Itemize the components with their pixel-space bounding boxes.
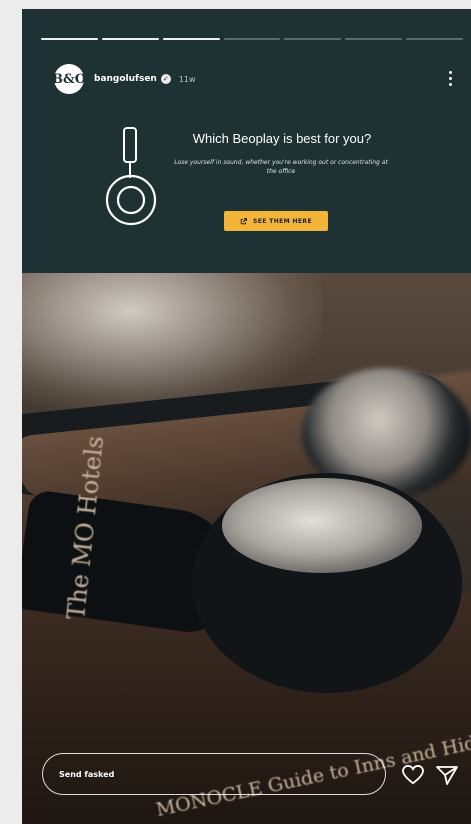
progress-segment: [41, 38, 98, 40]
progress-segment: [162, 38, 220, 40]
avatar[interactable]: B&O: [52, 64, 86, 94]
send-icon[interactable]: [436, 765, 458, 785]
story-header: B&O bangolufsen ✓ 11w: [52, 63, 455, 95]
ad-title: Which Beoplay is best for you?: [192, 131, 372, 146]
progress-segment: [406, 38, 464, 40]
headphones-icon: [105, 127, 157, 226]
reply-placeholder: Send fasked: [59, 769, 115, 779]
headphone-plate: [222, 478, 422, 573]
story-viewer: B&O bangolufsen ✓ 11w Which Beoplay is b…: [22, 9, 471, 824]
story-progress: [41, 38, 464, 41]
username[interactable]: bangolufsen: [94, 74, 157, 84]
progress-segment: [223, 38, 281, 40]
verified-badge-icon: ✓: [160, 74, 171, 84]
link-icon: [240, 218, 247, 225]
progress-segment: [345, 38, 403, 40]
progress-segment: [284, 38, 342, 40]
progress-segment: [101, 38, 159, 40]
cta-label: SEE THEM HERE: [253, 217, 312, 225]
post-time: 11w: [178, 74, 196, 84]
more-vertical-icon[interactable]: [445, 67, 455, 89]
see-them-here-button[interactable]: SEE THEM HERE: [224, 211, 328, 231]
send-message-input[interactable]: Send fasked: [42, 753, 386, 795]
story-photo: The MO Hotels MONOCLE Guide to Inns and …: [22, 273, 471, 824]
ad-subtitle: Lose yourself in sound, whether you're w…: [174, 159, 388, 175]
heart-icon[interactable]: [402, 765, 424, 785]
